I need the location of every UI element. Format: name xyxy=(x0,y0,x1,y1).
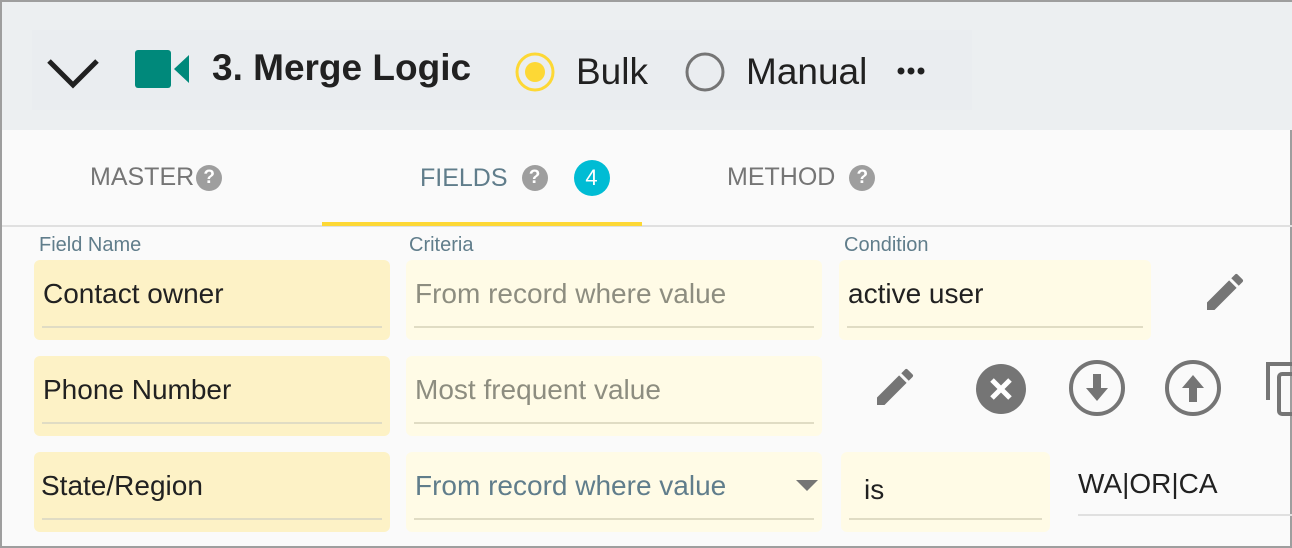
radio-manual[interactable] xyxy=(684,51,726,93)
field-name-input[interactable]: State/Region xyxy=(34,452,390,532)
dropdown-arrow-icon xyxy=(796,480,818,491)
remove-circle-icon[interactable] xyxy=(974,362,1028,416)
count-badge: 4 xyxy=(573,160,610,196)
radio-bulk-selected[interactable] xyxy=(514,51,556,93)
condition-value-input[interactable]: WA|OR|CA xyxy=(1078,468,1218,500)
help-icon[interactable]: ? xyxy=(521,165,548,191)
tab-master[interactable]: MASTER? xyxy=(90,163,223,192)
input-underline xyxy=(1078,514,1292,516)
section-header: 3. Merge Logic Bulk Manual xyxy=(2,2,1292,130)
column-header-condition: Condition xyxy=(844,234,929,256)
criteria-value: Most frequent value xyxy=(415,374,661,405)
radio-bulk-label[interactable]: Bulk xyxy=(576,51,648,93)
help-icon[interactable]: ? xyxy=(196,164,223,191)
radio-manual-label[interactable]: Manual xyxy=(746,51,867,93)
tab-bar: MASTER? FIELDS? 4 METHOD? xyxy=(2,130,1292,227)
field-value: Phone Number xyxy=(43,374,232,405)
field-name-input[interactable]: Contact owner xyxy=(34,260,390,340)
condition-value: active user xyxy=(848,278,984,309)
criteria-select[interactable]: From record where value xyxy=(406,452,822,532)
criteria-input[interactable]: Most frequent value xyxy=(406,356,822,436)
criteria-value: From record where value xyxy=(415,470,727,501)
chevron-down-icon[interactable] xyxy=(46,57,100,89)
tab-fields[interactable]: FIELDS? 4 xyxy=(420,160,610,196)
more-options-icon[interactable] xyxy=(896,66,928,76)
field-value: State/Region xyxy=(41,470,203,501)
criteria-value: From record where value xyxy=(415,278,727,309)
tab-method[interactable]: METHOD? xyxy=(727,163,876,192)
move-down-icon[interactable] xyxy=(1067,358,1127,418)
column-header-criteria: Criteria xyxy=(409,234,474,256)
help-icon[interactable]: ? xyxy=(849,164,876,191)
edit-pencil-icon[interactable] xyxy=(1200,268,1250,316)
tab-label: MASTER xyxy=(90,163,195,191)
field-value: Contact owner xyxy=(43,278,224,309)
column-header-field: Field Name xyxy=(39,234,142,256)
field-name-input[interactable]: Phone Number xyxy=(34,356,390,436)
section-title: 3. Merge Logic xyxy=(212,47,472,88)
video-camera-icon xyxy=(135,50,189,88)
edit-pencil-icon[interactable] xyxy=(870,363,920,411)
active-tab-indicator xyxy=(322,222,642,226)
criteria-input[interactable]: From record where value xyxy=(406,260,822,340)
tab-label: METHOD xyxy=(727,163,836,191)
operator-value: is xyxy=(864,474,885,505)
copy-icon[interactable] xyxy=(1264,360,1292,418)
tab-label: FIELDS xyxy=(420,163,508,192)
condition-input[interactable]: active user xyxy=(839,260,1151,340)
operator-input[interactable]: is xyxy=(841,452,1050,532)
move-up-icon[interactable] xyxy=(1163,358,1223,418)
